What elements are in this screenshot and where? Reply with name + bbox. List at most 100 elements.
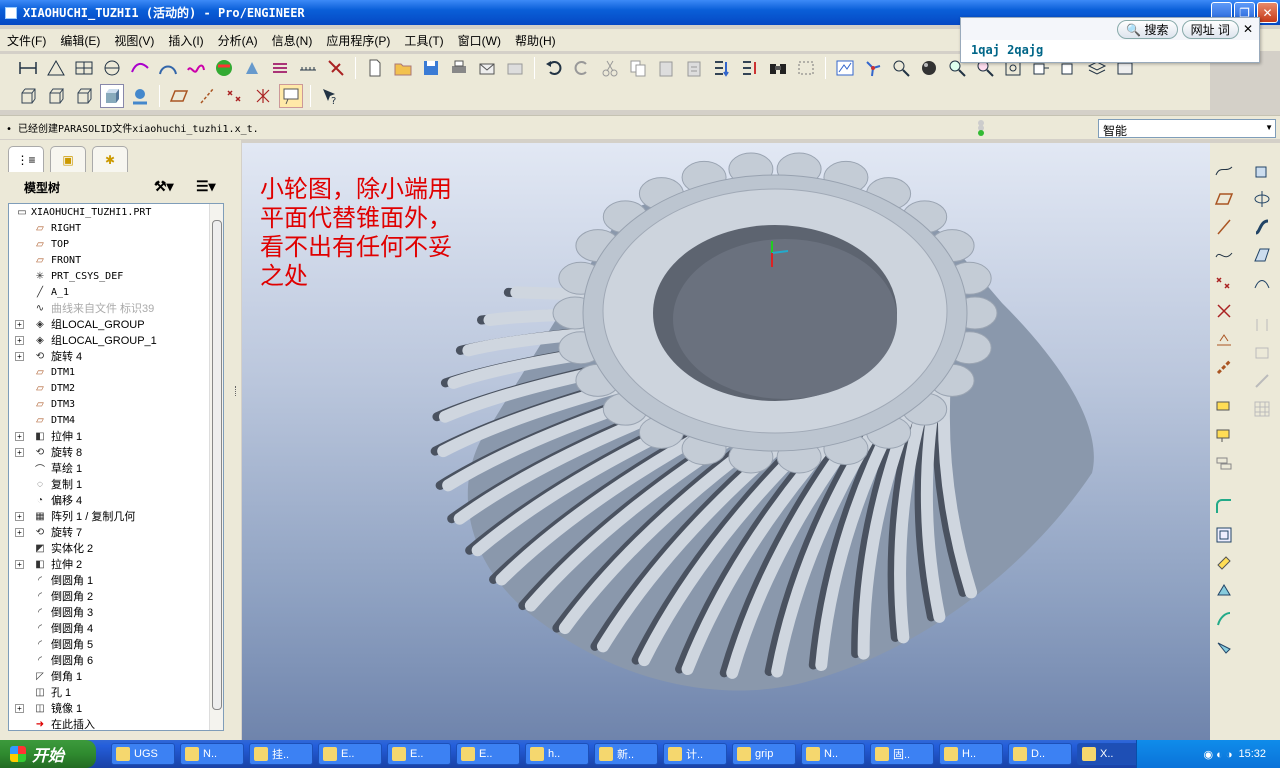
menu-info[interactable]: 信息(N) <box>265 32 320 49</box>
tree-item[interactable]: + ◧ 拉伸 1 <box>9 428 223 444</box>
menu-insert[interactable]: 插入(I) <box>161 32 210 49</box>
wireframe-icon[interactable] <box>16 84 40 108</box>
angle-tool-icon[interactable] <box>44 56 68 80</box>
new-file-icon[interactable] <box>363 56 387 80</box>
copy-icon[interactable] <box>626 56 650 80</box>
hidden-line-icon[interactable] <box>44 84 68 108</box>
tab-model-tree[interactable]: ⋮≡ <box>8 146 44 172</box>
enhanced-realism-icon[interactable] <box>128 84 152 108</box>
tree-item[interactable]: ◜ 倒圆角 6 <box>9 652 223 668</box>
graphics-window[interactable]: 小轮图，除小端用 平面代替锥面外， 看不出有任何不妥 之处 <box>242 143 1210 740</box>
round-tool-icon[interactable] <box>1212 495 1236 519</box>
menu-tools[interactable]: 工具(T) <box>397 32 450 49</box>
tree-item[interactable]: ▱ FRONT <box>9 252 223 268</box>
tree-item[interactable]: ◩ 实体化 2 <box>9 540 223 556</box>
undo-icon[interactable] <box>542 56 566 80</box>
hole-tool-icon[interactable] <box>1250 313 1274 337</box>
search-query-text[interactable]: 1qaj 2qajg <box>961 40 1259 60</box>
area-tool-icon[interactable] <box>72 56 96 80</box>
tree-root[interactable]: ▭ XIAOHUCHI_TUZHI1.PRT <box>9 204 223 220</box>
mirror-tool-icon[interactable] <box>1212 551 1236 575</box>
refit-view-icon[interactable] <box>833 56 857 80</box>
tree-item[interactable]: + ◧ 拉伸 2 <box>9 556 223 572</box>
tree-item[interactable]: + ▦ 阵列 1 / 复制几何 <box>9 508 223 524</box>
shading-sphere-icon[interactable] <box>917 56 941 80</box>
context-help-icon[interactable]: ? <box>318 84 342 108</box>
tree-item[interactable]: ◜ 倒圆角 1 <box>9 572 223 588</box>
save-icon[interactable] <box>419 56 443 80</box>
expand-toggle-icon[interactable]: + <box>15 447 24 457</box>
tab-favorites[interactable]: ✱ <box>92 146 128 172</box>
spin-center-icon[interactable] <box>861 56 885 80</box>
diameter-tool-icon[interactable] <box>100 56 124 80</box>
tree-item[interactable]: ◌ 复制 1 <box>9 476 223 492</box>
tree-item[interactable]: ▱ DTM4 <box>9 412 223 428</box>
tree-filter-icon[interactable]: ☰▾ <box>196 178 216 195</box>
csys-tool-icon[interactable] <box>1212 299 1236 323</box>
group-feature-icon[interactable] <box>1212 451 1236 475</box>
tree-settings-icon[interactable]: ⚒▾ <box>154 178 174 195</box>
expand-toggle-icon[interactable]: + <box>15 559 24 569</box>
taskbar-button[interactable]: N.. <box>801 743 865 765</box>
tree-item[interactable]: ◸ 倒角 1 <box>9 668 223 684</box>
shaded-icon[interactable] <box>100 84 124 108</box>
taskbar-button[interactable]: UGS <box>111 743 175 765</box>
extend-tool-icon[interactable] <box>1212 635 1236 659</box>
chain-tool-icon[interactable] <box>1212 355 1236 379</box>
draft-tool-icon[interactable] <box>1212 523 1236 547</box>
point-tool-icon[interactable] <box>1212 271 1236 295</box>
send-mail-icon[interactable] <box>475 56 499 80</box>
tree-item[interactable]: ◜ 倒圆角 2 <box>9 588 223 604</box>
shading-analysis-icon[interactable] <box>212 56 236 80</box>
taskbar-button[interactable]: 新.. <box>594 743 658 765</box>
no-hidden-icon[interactable] <box>72 84 96 108</box>
tree-item[interactable]: ◜ 倒圆角 3 <box>9 604 223 620</box>
splitter-handle[interactable] <box>235 386 238 396</box>
taskbar-button[interactable]: 固.. <box>870 743 934 765</box>
menu-view[interactable]: 视图(V) <box>107 32 161 49</box>
distance-tool-icon[interactable] <box>16 56 40 80</box>
panel-splitter[interactable] <box>231 140 241 740</box>
revolve-tool-icon[interactable] <box>1250 187 1274 211</box>
csys-toggle-icon[interactable] <box>251 84 275 108</box>
expand-toggle-icon[interactable]: + <box>15 351 24 361</box>
curve-tool-icon[interactable] <box>1212 243 1236 267</box>
paste-icon[interactable] <box>654 56 678 80</box>
tree-item[interactable]: + ⟲ 旋转 4 <box>9 348 223 364</box>
menu-analysis[interactable]: 分析(A) <box>211 32 265 49</box>
send-link-icon[interactable] <box>503 56 527 80</box>
tray-icon[interactable]: ◉ ◐ ◑ <box>1203 748 1232 761</box>
blend-tool-icon[interactable] <box>1250 243 1274 267</box>
tab-folder-browser[interactable]: ▣ <box>50 146 86 172</box>
taskbar-button[interactable]: E.. <box>456 743 520 765</box>
tree-item[interactable]: + ⟲ 旋转 7 <box>9 524 223 540</box>
sweep-tool-icon[interactable] <box>1250 215 1274 239</box>
analysis-feature-icon[interactable] <box>1212 327 1236 351</box>
tree-item[interactable]: ▱ DTM3 <box>9 396 223 412</box>
tree-item[interactable]: + ◈ 组LOCAL_GROUP_1 <box>9 332 223 348</box>
taskbar-button[interactable]: 挂.. <box>249 743 313 765</box>
cut-icon[interactable] <box>598 56 622 80</box>
open-folder-icon[interactable] <box>391 56 415 80</box>
measure-ruler-icon[interactable] <box>296 56 320 80</box>
redo-icon[interactable] <box>570 56 594 80</box>
tree-item[interactable]: ◫ 孔 1 <box>9 684 223 700</box>
tree-item[interactable]: ▱ DTM1 <box>9 364 223 380</box>
datum-planes-toggle-icon[interactable] <box>167 84 191 108</box>
variable-sweep-icon[interactable] <box>1250 271 1274 295</box>
tree-item[interactable]: + ⟲ 旋转 8 <box>9 444 223 460</box>
taskbar-button[interactable]: grip <box>732 743 796 765</box>
reflection-icon[interactable] <box>268 56 292 80</box>
regen-manager-icon[interactable] <box>738 56 762 80</box>
plane-tool-icon[interactable] <box>1212 187 1236 211</box>
annotation-toggle-icon[interactable] <box>279 84 303 108</box>
print-icon[interactable] <box>447 56 471 80</box>
search-button[interactable]: 🔍 搜索 <box>1117 19 1178 39</box>
close-button[interactable]: ✕ <box>1257 2 1278 23</box>
tree-item[interactable]: ◔ 偏移 4 <box>9 492 223 508</box>
taskbar-button[interactable]: H.. <box>939 743 1003 765</box>
selection-filter-select[interactable]: 智能 ▼ <box>1098 119 1276 138</box>
paste-feature-icon[interactable] <box>1212 423 1236 447</box>
select-box-icon[interactable] <box>794 56 818 80</box>
deviation-icon[interactable] <box>184 56 208 80</box>
